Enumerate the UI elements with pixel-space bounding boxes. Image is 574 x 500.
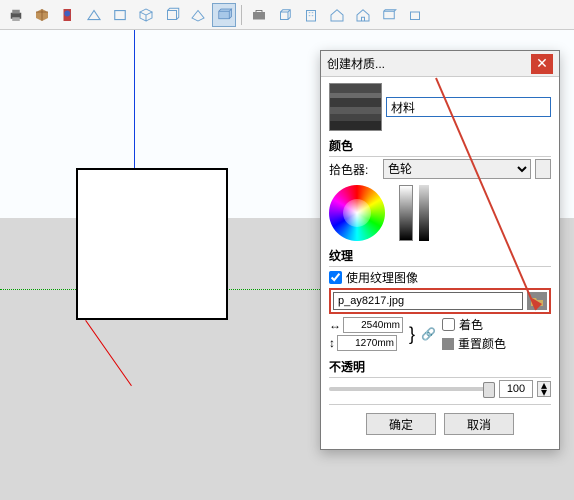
shape3-icon[interactable]: [134, 3, 158, 27]
picker-label: 拾色器:: [329, 161, 379, 178]
opacity-slider[interactable]: [329, 387, 495, 391]
use-texture-check[interactable]: [329, 271, 342, 284]
opacity-input[interactable]: [499, 380, 533, 398]
reset-color-icon: [442, 338, 454, 350]
section-texture: 纹理: [329, 247, 551, 267]
texture-file-input[interactable]: [333, 292, 523, 310]
info-icon[interactable]: [56, 3, 80, 27]
shape1-icon[interactable]: [82, 3, 106, 27]
package-icon[interactable]: [30, 3, 54, 27]
chain-icon[interactable]: 🔗: [421, 327, 436, 341]
colorize-checkbox[interactable]: 着色: [442, 316, 506, 333]
section-color: 颜色: [329, 137, 551, 157]
house2-icon[interactable]: [351, 3, 375, 27]
material-preview: [329, 83, 382, 131]
axis-red: [85, 320, 132, 386]
building-icon[interactable]: [299, 3, 323, 27]
shape2-icon[interactable]: [108, 3, 132, 27]
house-icon[interactable]: [325, 3, 349, 27]
shape6-icon[interactable]: [212, 3, 236, 27]
opacity-spinner[interactable]: ▴▾: [537, 381, 551, 397]
shape5-icon[interactable]: [186, 3, 210, 27]
width-input[interactable]: [343, 317, 403, 333]
use-texture-checkbox[interactable]: 使用纹理图像: [329, 269, 551, 286]
shape4-icon[interactable]: [160, 3, 184, 27]
create-material-dialog: 创建材质... ✕ 颜色 拾色器: 色轮 纹理 使用纹理图像: [320, 50, 560, 450]
reset-color-button[interactable]: 重置颜色: [442, 335, 506, 352]
ok-button[interactable]: 确定: [366, 413, 436, 435]
cancel-button[interactable]: 取消: [444, 413, 514, 435]
close-button[interactable]: ✕: [531, 54, 553, 74]
box7-icon[interactable]: [377, 3, 401, 27]
browse-file-button[interactable]: [527, 292, 547, 310]
picker-select[interactable]: 色轮: [383, 159, 531, 179]
section-opacity: 不透明: [329, 358, 551, 378]
cube-icon[interactable]: [273, 3, 297, 27]
main-toolbar: [0, 0, 574, 30]
material-name-input[interactable]: [386, 97, 551, 117]
model-face[interactable]: [76, 168, 228, 320]
printer-icon[interactable]: [4, 3, 28, 27]
height-input[interactable]: [337, 335, 397, 351]
dialog-title: 创建材质...: [327, 55, 385, 72]
portfolio-icon[interactable]: [247, 3, 271, 27]
picker-dropdown-icon[interactable]: [535, 159, 551, 179]
width-icon: ↔: [329, 318, 341, 332]
link-icon[interactable]: }: [409, 324, 415, 345]
separator: [241, 5, 242, 25]
dialog-titlebar[interactable]: 创建材质... ✕: [321, 51, 559, 77]
height-icon: ↕: [329, 336, 335, 350]
color-wheel[interactable]: [329, 185, 385, 241]
box8-icon[interactable]: [403, 3, 427, 27]
value-slider-thumb[interactable]: [419, 185, 429, 241]
value-slider[interactable]: [399, 185, 413, 241]
